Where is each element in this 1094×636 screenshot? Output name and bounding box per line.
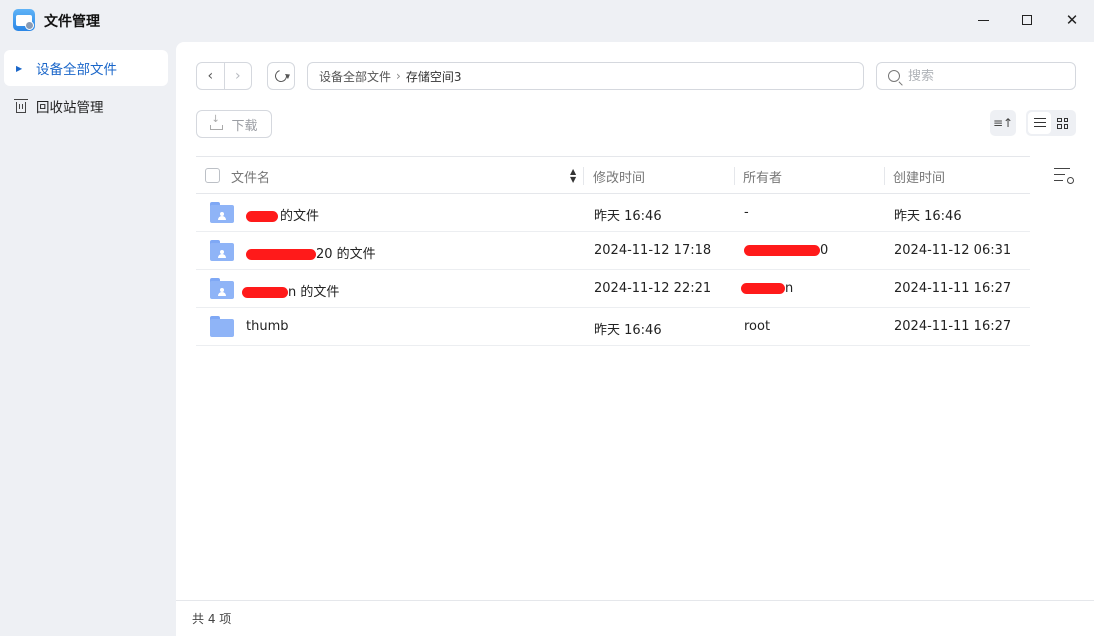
modified-time: 昨天 16:46 — [594, 209, 662, 224]
table-row[interactable]: n 的文件 2024-11-12 22:21 n 2024-11-11 16:2… — [196, 270, 1030, 308]
app-title: 文件管理 — [44, 14, 100, 30]
history-nav: ‹ › — [196, 62, 252, 90]
maximize-icon — [1022, 15, 1032, 25]
breadcrumb-item-current[interactable]: 存储空间3 — [406, 68, 462, 85]
download-label: 下载 — [231, 118, 258, 134]
list-view-icon — [1033, 118, 1046, 128]
refresh-icon — [272, 67, 290, 85]
minimize-icon — [977, 19, 989, 21]
forward-button[interactable]: › — [223, 63, 252, 89]
sidebar-item-label: 回收站管理 — [36, 100, 104, 116]
file-name: n 的文件 — [242, 281, 339, 300]
owner: n — [741, 281, 793, 296]
maximize-button[interactable] — [1013, 8, 1041, 32]
column-header-owner[interactable]: 所有者 — [743, 167, 782, 186]
sort-button[interactable]: ≡↑ — [990, 110, 1016, 136]
table-row[interactable]: 20 的文件 2024-11-12 17:18 0 2024-11-12 06:… — [196, 232, 1030, 270]
main-panel: ‹ › 设备全部文件 › 存储空间3 下载 ≡↑ 文件名 ▲▼ — [176, 42, 1094, 636]
shared-folder-icon — [210, 278, 234, 299]
owner: 0 — [744, 243, 828, 258]
download-button[interactable]: 下载 — [196, 110, 272, 138]
table-row[interactable]: thumb 昨天 16:46 root 2024-11-11 16:27 — [196, 308, 1030, 346]
sort-icon: ≡↑ — [992, 116, 1014, 130]
breadcrumb[interactable]: 设备全部文件 › 存储空间3 — [307, 62, 864, 90]
minimize-button[interactable] — [969, 8, 997, 32]
created-time: 昨天 16:46 — [894, 209, 962, 224]
file-name: thumb — [246, 319, 289, 334]
shared-folder-icon — [210, 240, 234, 261]
grid-view-icon — [1057, 117, 1068, 129]
table-row[interactable]: 的文件 昨天 16:46 - 昨天 16:46 — [196, 194, 1030, 232]
modified-time: 2024-11-12 17:18 — [594, 243, 712, 258]
search-icon — [888, 70, 900, 82]
sidebar-item-label: 设备全部文件 — [36, 62, 117, 78]
column-header-created[interactable]: 创建时间 — [893, 167, 945, 186]
created-time: 2024-11-11 16:27 — [894, 281, 1012, 296]
created-time: 2024-11-12 06:31 — [894, 243, 1012, 258]
sidebar: ▶ 设备全部文件 回收站管理 — [0, 42, 176, 636]
column-header-modified[interactable]: 修改时间 — [593, 167, 645, 186]
breadcrumb-item-root[interactable]: 设备全部文件 — [319, 68, 391, 85]
created-time: 2024-11-11 16:27 — [894, 319, 1012, 334]
search-box[interactable] — [876, 62, 1076, 90]
status-bar: 共 4 项 — [176, 600, 1094, 636]
list-view-button[interactable] — [1028, 112, 1051, 134]
file-name: 的文件 — [246, 205, 319, 224]
trash-icon — [13, 99, 29, 113]
file-manager-app-icon — [13, 9, 35, 31]
title-bar: 文件管理 ✕ — [0, 0, 1094, 42]
item-count: 共 4 项 — [192, 612, 232, 626]
owner: root — [744, 319, 771, 334]
modified-time: 昨天 16:46 — [594, 323, 662, 338]
file-table: 文件名 ▲ ▼ 修改时间 所有者 创建时间 的文件 昨天 16:46 - 昨天 1… — [196, 156, 1030, 346]
shared-folder-icon — [210, 202, 234, 223]
owner: - — [744, 205, 749, 220]
view-mode-toggle — [1026, 110, 1076, 136]
close-icon: ✕ — [1065, 10, 1079, 29]
sidebar-item-recycle-bin[interactable]: 回收站管理 — [4, 88, 168, 124]
back-button[interactable]: ‹ — [197, 63, 224, 89]
close-button[interactable]: ✕ — [1058, 8, 1086, 32]
grid-view-button[interactable] — [1051, 112, 1074, 134]
search-input[interactable] — [908, 68, 1058, 84]
download-icon — [210, 114, 224, 130]
select-all-checkbox[interactable] — [205, 167, 220, 183]
file-name: 20 的文件 — [246, 243, 376, 262]
column-header-name[interactable]: 文件名 — [231, 167, 270, 186]
refresh-button[interactable] — [267, 62, 295, 90]
modified-time: 2024-11-12 22:21 — [594, 281, 712, 296]
column-settings-icon[interactable] — [1054, 166, 1074, 184]
folder-icon — [210, 316, 234, 337]
sidebar-item-all-files[interactable]: ▶ 设备全部文件 — [4, 50, 168, 86]
sort-toggle-icon[interactable]: ▲ ▼ — [570, 168, 576, 184]
caret-right-icon: ▶ — [16, 63, 23, 73]
table-header: 文件名 ▲ ▼ 修改时间 所有者 创建时间 — [196, 156, 1030, 194]
breadcrumb-separator-icon: › — [396, 69, 401, 83]
